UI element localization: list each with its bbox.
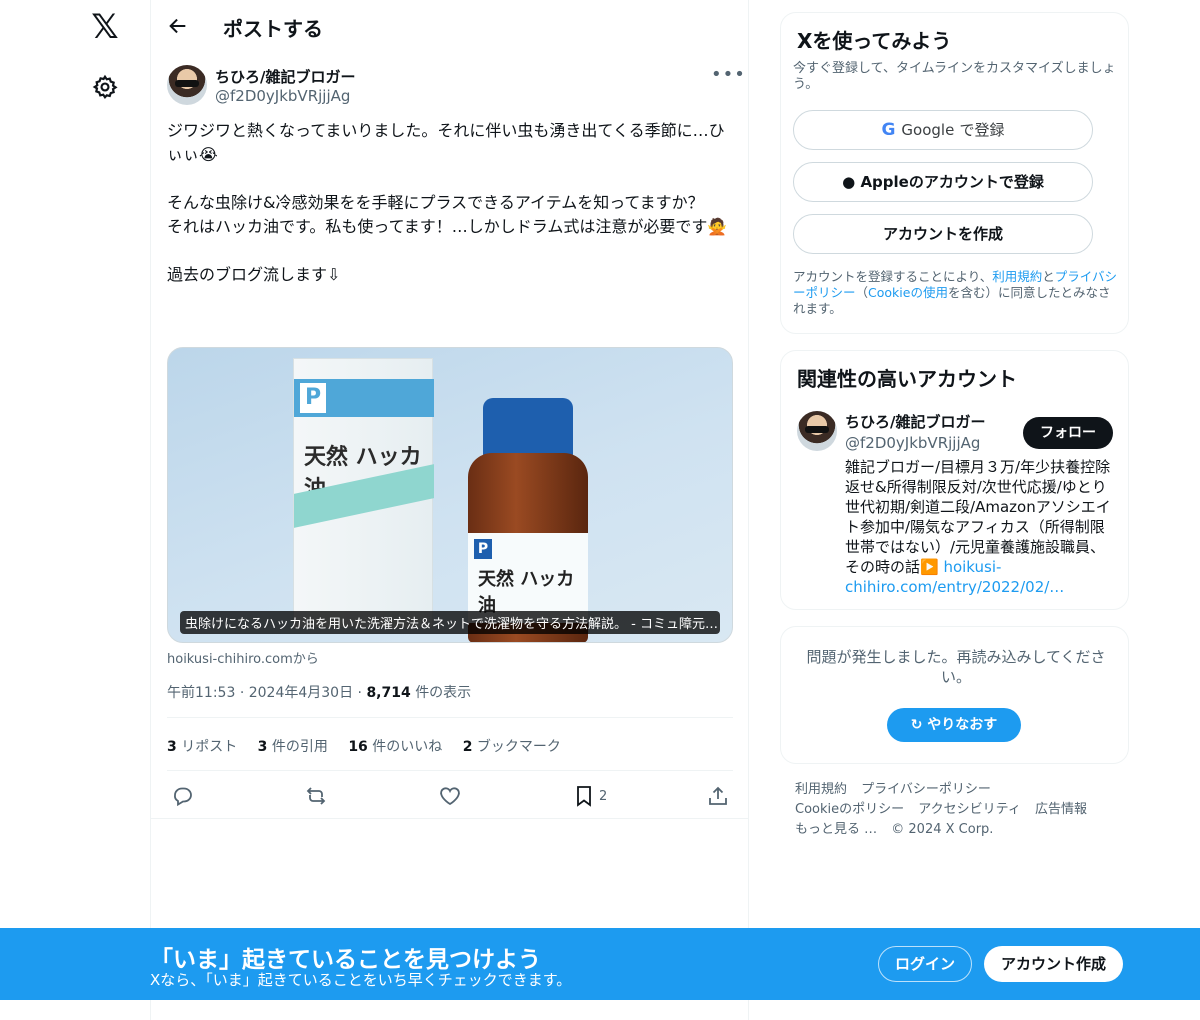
quotes-stat[interactable]: 3 件の引用: [258, 739, 328, 755]
signup-subtitle: 今すぐ登録して、タイムラインをカスタマイズしましょう。: [793, 61, 1116, 92]
post-meta: 午前11:53 · 2024年4月30日 · 8,714 件の表示: [167, 682, 471, 702]
related-accounts-card: 関連性の高いアカウント ちひろ/雑記ブロガー @f2D0yJkbVRjjjAg …: [780, 350, 1129, 610]
signup-title: Xを使ってみよう: [797, 29, 952, 53]
related-account-name[interactable]: ちひろ/雑記ブロガー: [845, 411, 985, 432]
left-rail: 𝕏: [0, 0, 150, 1020]
google-signup-button[interactable]: G Google で登録: [793, 110, 1093, 150]
retry-button[interactable]: ↻ やりなおす: [887, 708, 1021, 742]
terms-link[interactable]: 利用規約: [992, 269, 1042, 284]
create-account-button[interactable]: アカウントを作成: [793, 214, 1093, 254]
heart-icon[interactable]: [438, 784, 462, 808]
main-column: ポストする ちひろ/雑記ブロガー @f2D0yJkbVRjjjAg ••• ジワ…: [150, 0, 749, 1020]
repost-icon[interactable]: [304, 784, 328, 808]
error-message: 問題が発生しました。再読み込みしてください。: [806, 648, 1106, 686]
more-options-icon[interactable]: •••: [711, 66, 745, 84]
link-card-source[interactable]: hoikusi-chihiro.comから: [167, 648, 319, 667]
share-icon[interactable]: [706, 784, 730, 808]
footer-cookie-link[interactable]: Cookieのポリシー: [795, 802, 904, 817]
post-stats: 3 リポスト 3 件の引用 16 件のいいね 2 ブックマーク: [167, 736, 577, 756]
author-handle[interactable]: @f2D0yJkbVRjjjAg: [215, 87, 350, 105]
page-title: ポストする: [223, 17, 323, 41]
related-account-handle[interactable]: @f2D0yJkbVRjjjAg: [845, 434, 980, 452]
reply-icon[interactable]: [171, 784, 195, 808]
bottle-label-text: 天然 ハッカ油: [478, 569, 575, 616]
apple-signup-button[interactable]: ● Appleのアカウントで登録: [793, 162, 1093, 202]
footer-links: 利用規約 プライバシーポリシー Cookieのポリシー アクセシビリティ 広告情…: [795, 780, 1125, 840]
signup-button[interactable]: アカウント作成: [984, 946, 1123, 982]
divider: [167, 717, 733, 718]
post-time[interactable]: 午前11:53: [167, 685, 235, 701]
tweet-text: ジワジワと熱くなってまいりました。それに伴い虫も湧き出てくる季節に…ひぃぃ😭 そ…: [167, 121, 728, 284]
avatar[interactable]: [167, 65, 207, 105]
arrow-left-icon[interactable]: [167, 15, 189, 37]
views-count: 8,714: [366, 685, 411, 701]
legal-text: アカウントを登録することにより、利用規約とプライバシーポリシー（Cookieの使…: [793, 269, 1118, 316]
copyright: © 2024 X Corp.: [891, 822, 994, 837]
product-box: P 天然 ハッカ油: [293, 358, 434, 628]
cookie-link[interactable]: Cookieの使用: [868, 285, 948, 300]
bottom-banner: 「いま」起きていることを見つけよう Xなら、「いま」起きていることをいち早くチェ…: [0, 928, 1200, 1000]
post-date[interactable]: 2024年4月30日: [249, 685, 353, 701]
avatar[interactable]: [797, 411, 837, 451]
bookmark-icon[interactable]: [572, 784, 596, 808]
x-logo-icon[interactable]: 𝕏: [88, 10, 122, 44]
bookmark-count: 2: [599, 789, 608, 804]
footer-privacy-link[interactable]: プライバシーポリシー: [861, 782, 991, 797]
bookmarks-stat[interactable]: 2 ブックマーク: [463, 739, 561, 755]
signup-card: Xを使ってみよう 今すぐ登録して、タイムラインをカスタマイズしましょう。 G Go…: [780, 12, 1129, 334]
footer-ads-link[interactable]: 広告情報: [1035, 802, 1087, 817]
bottle-cap: [483, 398, 573, 458]
brand-p: P: [300, 383, 326, 413]
banner-subtitle: Xなら、「いま」起きていることをいち早くチェックできます。: [150, 971, 572, 989]
bottle-brand-p: P: [474, 539, 492, 559]
footer-terms-link[interactable]: 利用規約: [795, 782, 847, 797]
meta-separator: ·: [239, 685, 245, 701]
link-card-title[interactable]: 虫除けになるハッカ油を用いた洗濯方法＆ネットで洗濯物を守る方法解説。 - コミュ…: [180, 611, 720, 634]
post-header: ポストする: [151, 0, 749, 54]
divider: [151, 818, 749, 819]
footer-accessibility-link[interactable]: アクセシビリティ: [918, 802, 1021, 817]
follow-button[interactable]: フォロー: [1023, 417, 1113, 449]
refresh-icon: ↻: [910, 717, 923, 733]
apple-icon: ●: [842, 173, 856, 191]
gear-icon[interactable]: [92, 74, 118, 100]
author-name[interactable]: ちひろ/雑記ブロガー: [215, 66, 355, 87]
bottle-label: P 天然 ハッカ油: [468, 533, 588, 623]
footer-more-link[interactable]: もっと見る …: [795, 822, 877, 837]
meta-separator: ·: [357, 685, 362, 701]
likes-stat[interactable]: 16 件のいいね: [348, 739, 442, 755]
link-card-image[interactable]: P 天然 ハッカ油 P 天然 ハッカ油 虫除けになるハッカ油を用いた洗濯方法＆ネ…: [167, 347, 733, 643]
related-title: 関連性の高いアカウント: [797, 367, 1017, 391]
reposts-stat[interactable]: 3 リポスト: [167, 739, 237, 755]
error-card: 問題が発生しました。再読み込みしてください。 ↻ やりなおす: [780, 626, 1129, 764]
google-icon: G: [881, 120, 896, 140]
views-label: 件の表示: [415, 685, 472, 701]
login-button[interactable]: ログイン: [878, 946, 972, 982]
related-account-bio: 雑記ブロガー/目標月３万/年少扶養控除返せ&所得制限反対/次世代応援/ゆとり世代…: [845, 458, 1111, 596]
divider: [167, 770, 733, 771]
